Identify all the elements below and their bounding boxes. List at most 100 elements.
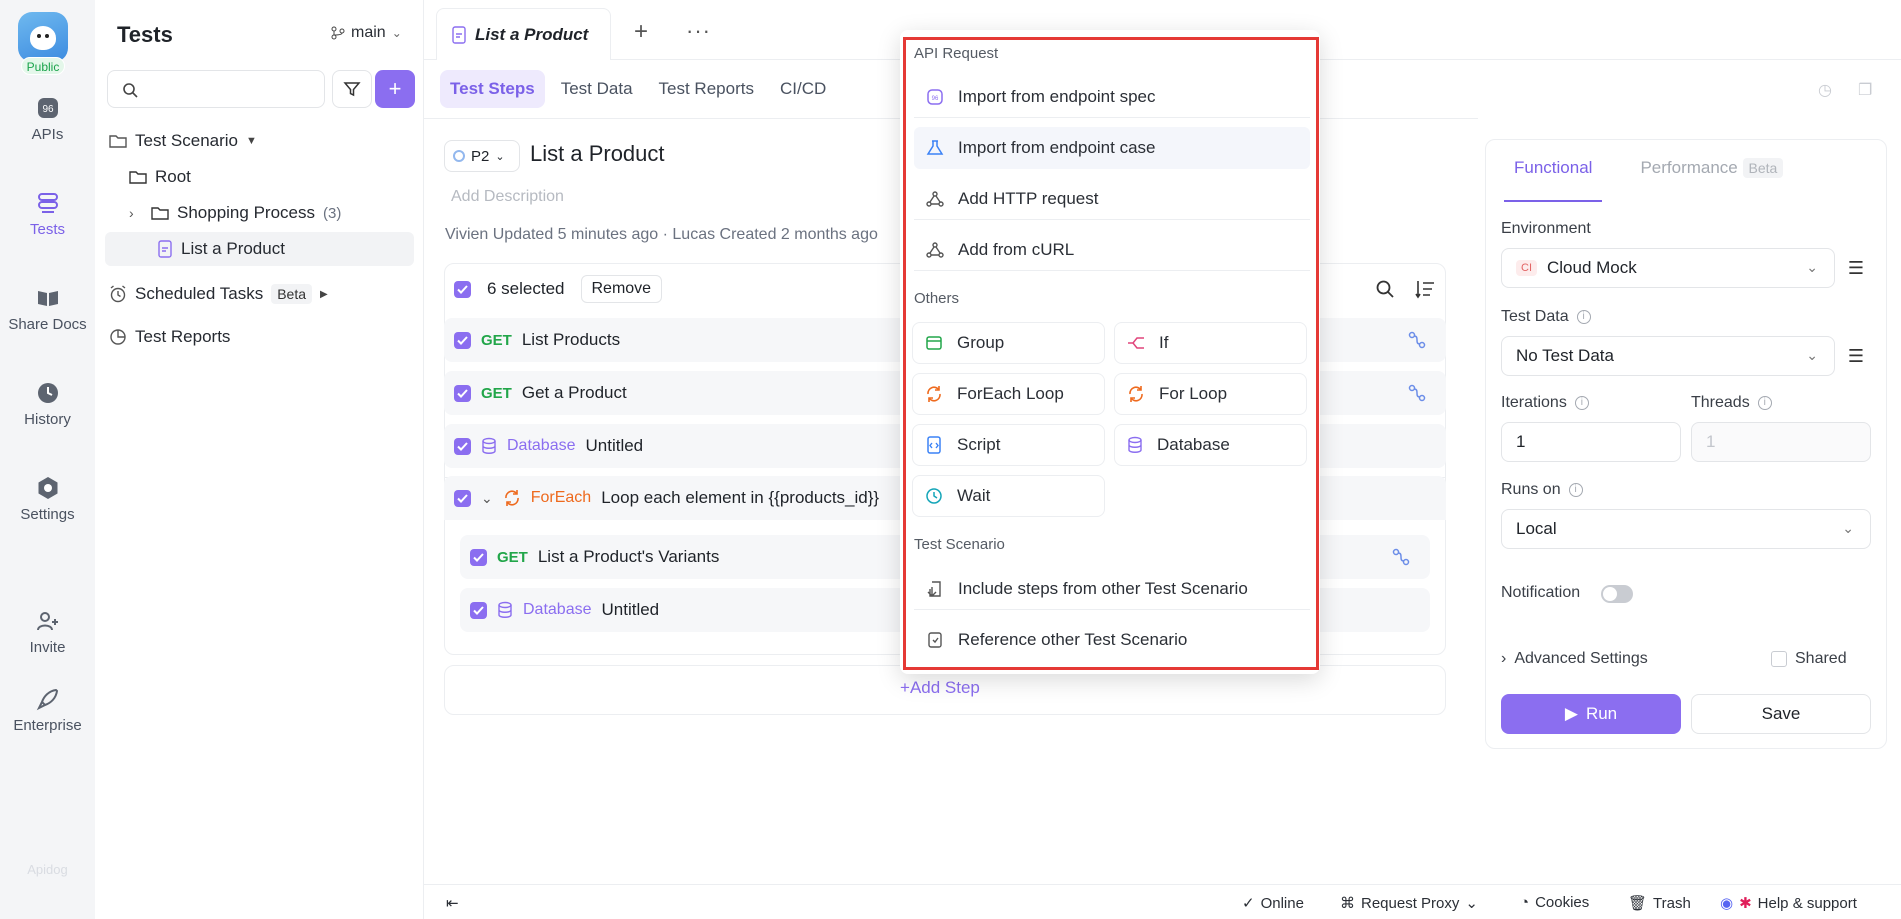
remove-button[interactable]: Remove bbox=[580, 275, 663, 303]
menu-item-reference-scenario[interactable]: Reference other Test Scenario bbox=[914, 619, 1310, 661]
rail-item-invite[interactable]: Invite bbox=[0, 609, 95, 656]
filter-button[interactable] bbox=[332, 70, 372, 108]
step-checkbox[interactable] bbox=[454, 331, 471, 349]
step-checkbox[interactable] bbox=[470, 548, 487, 566]
menu-item-database[interactable]: Database bbox=[1114, 424, 1307, 466]
flask-icon bbox=[926, 140, 944, 155]
check-circle-icon: ✓ bbox=[1242, 895, 1255, 912]
menu-item-for-loop[interactable]: For Loop bbox=[1114, 373, 1307, 415]
tab-performance[interactable]: Performance Beta bbox=[1630, 158, 1793, 202]
chevron-right-icon[interactable]: › bbox=[129, 205, 143, 221]
rail-item-tests[interactable]: Tests bbox=[0, 191, 95, 238]
menu-item-import-endpoint-case[interactable]: Import from endpoint case bbox=[914, 127, 1310, 169]
help-support-button[interactable]: ◉ ✱ Help & support bbox=[1720, 894, 1857, 913]
tree-label: Shopping Process bbox=[177, 203, 315, 222]
menu-item-import-endpoint-spec[interactable]: 96 Import from endpoint spec bbox=[914, 76, 1310, 118]
search-input[interactable] bbox=[107, 70, 325, 108]
test-case-icon bbox=[158, 240, 172, 258]
save-button[interactable]: Save bbox=[1691, 694, 1871, 734]
tab-test-data[interactable]: Test Data bbox=[551, 70, 643, 108]
label-text: Shared bbox=[1795, 650, 1847, 667]
environment-select[interactable]: CI Cloud Mock ⌄ bbox=[1501, 248, 1835, 288]
tab-functional[interactable]: Functional bbox=[1504, 158, 1603, 202]
request-proxy-menu[interactable]: ⌘ Request Proxy ⌄ bbox=[1340, 894, 1478, 913]
menu-item-add-from-curl[interactable]: Add from cURL bbox=[914, 229, 1310, 271]
online-status[interactable]: ✓ Online bbox=[1242, 894, 1304, 913]
tree-item-scheduled-tasks[interactable]: Scheduled Tasks Beta ▶ bbox=[109, 277, 328, 311]
avatar[interactable] bbox=[18, 12, 68, 62]
page-title[interactable]: List a Product bbox=[530, 141, 665, 167]
tree-item-shopping-process[interactable]: › Shopping Process (3) bbox=[129, 196, 341, 230]
tab-ci-cd[interactable]: CI/CD bbox=[770, 70, 836, 108]
menu-item-add-http-request[interactable]: Add HTTP request bbox=[914, 178, 1310, 220]
cookie-icon: ◔ bbox=[1520, 894, 1530, 911]
svg-text:96: 96 bbox=[42, 104, 54, 115]
rocket-icon bbox=[36, 688, 58, 711]
description-field[interactable]: Add Description bbox=[451, 188, 564, 206]
menu-item-script[interactable]: Script bbox=[912, 424, 1105, 466]
linked-endpoint-icon[interactable] bbox=[1408, 384, 1426, 402]
step-checkbox[interactable] bbox=[470, 601, 487, 619]
chevron-right-icon: › bbox=[1501, 650, 1507, 667]
search-icon[interactable] bbox=[1375, 279, 1395, 299]
loop-icon bbox=[504, 490, 519, 506]
add-step-button[interactable]: +Add Step bbox=[900, 678, 980, 698]
cookies-button[interactable]: ◔ Cookies bbox=[1520, 894, 1589, 911]
menu-label: Import from endpoint case bbox=[958, 138, 1156, 157]
menu-item-if[interactable]: If bbox=[1114, 322, 1307, 364]
step-checkbox[interactable] bbox=[454, 489, 471, 507]
shared-checkbox[interactable]: Shared bbox=[1771, 650, 1847, 668]
test-data-menu-icon[interactable]: ☰ bbox=[1838, 336, 1874, 376]
linked-endpoint-icon[interactable] bbox=[1392, 548, 1410, 566]
tab-test-reports[interactable]: Test Reports bbox=[649, 70, 764, 108]
trash-button[interactable]: 🗑 Trash bbox=[1628, 894, 1691, 913]
tab-test-steps[interactable]: Test Steps bbox=[440, 70, 545, 108]
environment-menu-icon[interactable]: ☰ bbox=[1838, 248, 1874, 288]
history-icon[interactable]: ◷ bbox=[1818, 80, 1832, 100]
advanced-settings-toggle[interactable]: › Advanced Settings bbox=[1501, 650, 1648, 668]
tree-item-list-a-product[interactable]: List a Product bbox=[105, 232, 414, 266]
step-checkbox[interactable] bbox=[454, 384, 471, 402]
sort-list-icon[interactable] bbox=[1415, 279, 1435, 299]
menu-item-wait[interactable]: Wait bbox=[912, 475, 1105, 517]
step-checkbox[interactable] bbox=[454, 437, 471, 455]
menu-item-group[interactable]: Group bbox=[912, 322, 1105, 364]
menu-item-foreach-loop[interactable]: ForEach Loop bbox=[912, 373, 1105, 415]
runs-on-value: Local bbox=[1516, 519, 1557, 538]
sidebar: Tests main ⌄ + Test Scenario ▼ Root › Sh… bbox=[95, 0, 424, 919]
rail-item-enterprise[interactable]: Enterprise bbox=[0, 687, 95, 734]
branch-selector[interactable]: main ⌄ bbox=[331, 24, 402, 42]
api-icon: 96 bbox=[37, 98, 58, 118]
run-button[interactable]: ▶ Run bbox=[1501, 694, 1681, 734]
tree-item-test-reports[interactable]: Test Reports bbox=[109, 320, 230, 354]
method-badge: GET bbox=[481, 331, 512, 349]
notification-toggle[interactable] bbox=[1601, 585, 1633, 603]
plus-icon: + bbox=[388, 76, 402, 101]
test-data-select[interactable]: No Test Data ⌄ bbox=[1501, 336, 1835, 376]
branch-if-icon bbox=[1128, 337, 1144, 349]
more-tabs-button[interactable]: ··· bbox=[686, 18, 711, 44]
select-all-checkbox[interactable] bbox=[454, 280, 471, 298]
menu-label: Add from cURL bbox=[958, 239, 1075, 259]
rail-item-share-docs[interactable]: Share Docs bbox=[0, 286, 95, 333]
section-others: Others bbox=[914, 290, 960, 307]
tab-label: List a Product bbox=[475, 24, 589, 44]
copy-icon[interactable]: ❐ bbox=[1858, 80, 1872, 100]
iterations-input[interactable]: 1 bbox=[1501, 422, 1681, 462]
environment-value: Cloud Mock bbox=[1547, 258, 1637, 277]
runs-on-select[interactable]: Local ⌄ bbox=[1501, 509, 1871, 549]
rail-item-settings[interactable]: Settings bbox=[0, 476, 95, 523]
tree-item-root[interactable]: Root bbox=[129, 160, 191, 194]
tree-item-test-scenario[interactable]: Test Scenario ▼ bbox=[109, 124, 257, 158]
priority-select[interactable]: P2 ⌄ bbox=[444, 140, 520, 172]
add-button[interactable]: + bbox=[375, 70, 415, 108]
chevron-down-icon[interactable]: ⌄ bbox=[481, 490, 493, 507]
menu-label: Import from endpoint spec bbox=[958, 86, 1156, 106]
collapse-sidebar-button[interactable]: ⇤ bbox=[446, 894, 459, 912]
new-tab-button[interactable]: + bbox=[634, 18, 648, 46]
rail-item-apis[interactable]: 96 APIs bbox=[0, 96, 95, 143]
linked-endpoint-icon[interactable] bbox=[1408, 331, 1426, 349]
tab-list-a-product[interactable]: List a Product bbox=[436, 8, 611, 60]
rail-item-history[interactable]: History bbox=[0, 381, 95, 428]
menu-item-include-steps[interactable]: Include steps from other Test Scenario bbox=[914, 568, 1310, 610]
